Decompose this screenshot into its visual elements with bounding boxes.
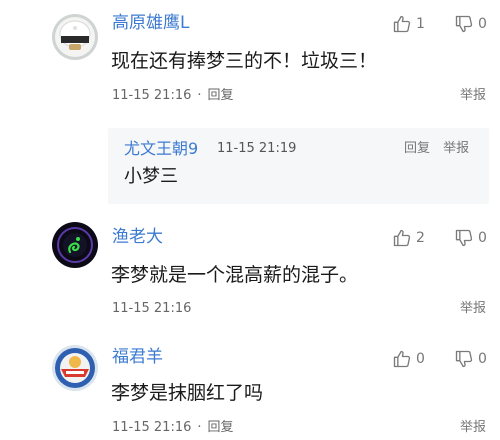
thumbs-down-icon <box>455 229 473 247</box>
comment-meta: 11-15 21:16 <box>112 301 191 317</box>
avatar[interactable] <box>52 222 98 268</box>
thumbs-up-icon <box>393 229 411 247</box>
reply-username[interactable]: 尤文王朝9 <box>124 139 198 159</box>
comment-text: 现在还有捧梦三的不！垃圾三！ <box>111 50 378 72</box>
report-button[interactable]: 举报 <box>460 301 486 317</box>
report-button[interactable]: 举报 <box>460 88 486 104</box>
dislike-count: 0 <box>478 16 487 32</box>
thumbs-down-icon <box>455 350 473 368</box>
username[interactable]: 福君羊 <box>112 347 163 367</box>
thumbs-up-icon <box>393 350 411 368</box>
dislike-button[interactable]: 0 <box>454 228 487 248</box>
like-button[interactable]: 2 <box>392 228 425 248</box>
dislike-count: 0 <box>478 351 487 367</box>
report-button[interactable]: 举报 <box>460 420 486 436</box>
reply-reply-button[interactable]: 回复 <box>404 141 430 156</box>
comment-meta: 11-15 21:16 · 回复 <box>112 420 234 436</box>
comment-text: 李梦就是一个混高薪的混子。 <box>111 264 359 286</box>
thumbs-up-icon <box>393 15 411 33</box>
timestamp: 11-15 21:16 <box>112 420 192 435</box>
comment-text: 李梦是抹胭红了吗 <box>111 382 264 404</box>
separator-dot: · <box>197 420 202 435</box>
reply-timestamp: 11-15 21:19 <box>217 141 297 156</box>
reply-text: 小梦三 <box>124 166 178 187</box>
username[interactable]: 高原雄鹰L <box>112 13 189 33</box>
like-count: 0 <box>416 351 425 367</box>
timestamp: 11-15 21:16 <box>112 88 192 103</box>
comment-list: 高原雄鹰L 1 0 现在还有捧梦三的不！垃圾三！ 11-15 21:16 · 回复 … <box>0 0 500 440</box>
like-count: 2 <box>416 230 425 246</box>
avatar[interactable] <box>52 14 98 60</box>
separator-dot: · <box>197 88 202 103</box>
dislike-count: 0 <box>478 230 487 246</box>
like-button[interactable]: 0 <box>392 349 425 369</box>
comment-meta: 11-15 21:16 · 回复 <box>112 88 234 104</box>
username[interactable]: 渔老大 <box>112 227 163 247</box>
avatar[interactable] <box>52 345 98 391</box>
thumbs-down-icon <box>455 15 473 33</box>
reply-box: 尤文王朝9 11-15 21:19 回复 举报 小梦三 <box>108 128 489 204</box>
reply-button[interactable]: 回复 <box>208 420 234 435</box>
dislike-button[interactable]: 0 <box>454 349 487 369</box>
dislike-button[interactable]: 0 <box>454 14 487 34</box>
reply-actions: 回复 举报 <box>404 141 469 157</box>
like-button[interactable]: 1 <box>392 14 425 34</box>
timestamp: 11-15 21:16 <box>112 301 192 316</box>
reply-button[interactable]: 回复 <box>208 88 234 103</box>
like-count: 1 <box>416 16 425 32</box>
reply-report-button[interactable]: 举报 <box>443 141 469 156</box>
